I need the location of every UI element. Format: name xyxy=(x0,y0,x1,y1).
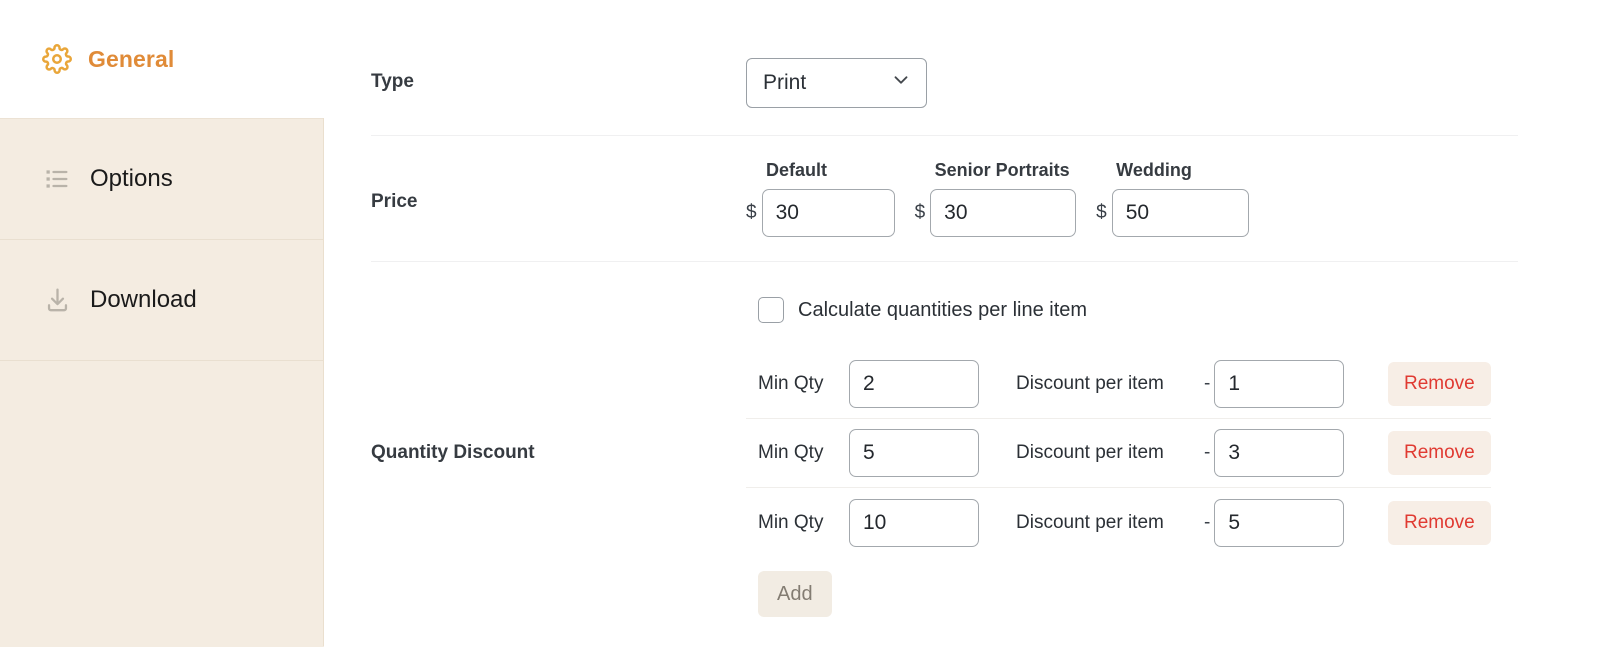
currency-symbol: $ xyxy=(1096,202,1107,223)
quantity-discount-table: Min Qty Discount per item - xyxy=(746,350,1491,557)
discount-per-item-label: Discount per item xyxy=(1016,511,1164,533)
minus-sign: - xyxy=(1204,373,1211,394)
sidebar-item-download[interactable]: Download xyxy=(0,240,324,361)
price-input-default[interactable] xyxy=(761,189,895,237)
sidebar-header-label: General xyxy=(88,45,175,72)
remove-button[interactable]: Remove xyxy=(1388,500,1491,545)
price-input-wedding[interactable] xyxy=(1111,189,1249,237)
price-row: Price Default $ Senior Portraits $ xyxy=(371,136,1600,261)
settings-page: General Options Download Type Print Pric… xyxy=(0,0,1600,647)
download-icon xyxy=(40,283,74,317)
quantity-discount-row: Quantity Discount Calculate quantities p… xyxy=(371,262,1600,617)
remove-button-cell: Remove xyxy=(1370,419,1491,488)
currency-symbol: $ xyxy=(746,202,757,223)
min-qty-label-cell: Min Qty xyxy=(746,350,849,419)
price-column-header: Default xyxy=(766,160,828,180)
remove-button[interactable]: Remove xyxy=(1388,362,1491,406)
calculate-quantities-checkbox[interactable] xyxy=(758,297,784,323)
discount-input-cell: - xyxy=(1204,488,1370,557)
remove-button-cell: Remove xyxy=(1370,350,1491,419)
quantity-discount-label: Quantity Discount xyxy=(371,441,535,463)
main-content: Type Print Price Default $ 30 Senior Por… xyxy=(324,0,1600,646)
min-qty-input[interactable] xyxy=(849,429,979,477)
discount-label-cell: Discount per item xyxy=(1000,419,1204,488)
min-qty-label: Min Qty xyxy=(758,373,824,394)
table-row: Min Qty Discount per item - xyxy=(746,350,1491,419)
price-column-header: Senior Portraits xyxy=(934,160,1070,180)
min-qty-label: Min Qty xyxy=(758,511,824,533)
add-button[interactable]: Add xyxy=(758,571,832,617)
discount-label-cell: Discount per item xyxy=(1000,350,1204,419)
discount-label-cell: Discount per item xyxy=(1000,488,1204,557)
quantity-discount-panel: Calculate quantities per line item Min Q… xyxy=(746,288,1506,617)
remove-button[interactable]: Remove xyxy=(1388,431,1491,475)
min-qty-label-cell: Min Qty xyxy=(746,419,849,488)
min-qty-input-cell xyxy=(849,350,1000,419)
calculate-quantities-label: Calculate quantities per line item xyxy=(798,298,1088,321)
min-qty-label-cell: Min Qty xyxy=(746,488,849,557)
price-cell-senior-portraits: Senior Portraits $ xyxy=(915,160,1077,237)
calculate-quantities-row: Calculate quantities per line item xyxy=(758,288,1506,332)
sidebar-item-label: Download xyxy=(90,286,197,313)
table-row: Min Qty Discount per item - xyxy=(746,488,1491,557)
price-fields: Default $ Senior Portraits $ Wedding xyxy=(746,160,1249,237)
price-cell-wedding: Wedding $ xyxy=(1096,160,1249,237)
type-row: Type Print xyxy=(371,0,1600,135)
discount-input[interactable] xyxy=(1214,429,1345,477)
sidebar: General Options Download xyxy=(0,0,324,647)
min-qty-input-cell xyxy=(849,419,1000,488)
remove-button-cell: Remove xyxy=(1370,488,1491,557)
price-input-senior-portraits[interactable] xyxy=(930,189,1077,237)
discount-input-cell: - xyxy=(1204,419,1370,488)
type-label: Type xyxy=(371,71,414,92)
minus-sign: - xyxy=(1204,511,1211,533)
sidebar-header[interactable]: General xyxy=(0,0,324,118)
sidebar-item-label: Options xyxy=(90,165,173,192)
type-select-value: Print xyxy=(763,71,807,94)
discount-input-cell: - xyxy=(1204,350,1370,419)
type-select[interactable]: Print xyxy=(746,58,927,108)
price-column-header: Wedding xyxy=(1116,160,1192,180)
sidebar-nav: Options Download xyxy=(0,118,324,647)
discount-per-item-label: Discount per item xyxy=(1016,442,1164,463)
add-row-container: Add xyxy=(758,571,1506,617)
price-cell-default: Default $ xyxy=(746,160,895,237)
table-row: Min Qty Discount per item - xyxy=(746,419,1491,488)
price-label: Price xyxy=(371,191,418,212)
min-qty-input[interactable] xyxy=(849,498,979,547)
min-qty-label: Min Qty xyxy=(758,442,824,463)
minus-sign: - xyxy=(1204,442,1211,463)
sidebar-item-options[interactable]: Options xyxy=(0,119,324,240)
min-qty-input[interactable] xyxy=(849,360,979,408)
min-qty-input-cell xyxy=(849,488,1000,557)
gear-icon xyxy=(40,42,74,76)
discount-input[interactable] xyxy=(1214,498,1345,547)
list-icon xyxy=(40,162,74,196)
discount-per-item-label: Discount per item xyxy=(1016,373,1164,394)
currency-symbol: $ xyxy=(914,202,926,223)
chevron-down-icon xyxy=(890,69,912,97)
sidebar-empty-space xyxy=(0,361,324,647)
discount-input[interactable] xyxy=(1214,360,1345,408)
